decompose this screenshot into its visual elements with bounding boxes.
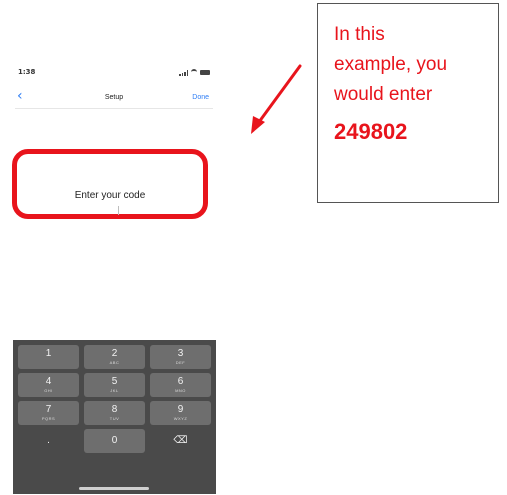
annotation-line-3: would enter — [334, 84, 433, 105]
code-field-highlight — [12, 149, 208, 219]
key-2[interactable]: 2 ABC — [84, 345, 145, 369]
key-digit: 9 — [177, 404, 184, 415]
annotation-code: 249802 — [334, 119, 408, 144]
page-title: Setup — [104, 94, 124, 101]
key-letters: JKL — [110, 388, 119, 393]
key-letters: ABC — [109, 360, 120, 365]
arrow-icon — [251, 64, 302, 134]
key-6[interactable]: 6 MNO — [150, 373, 211, 397]
annotation-line-1: In this — [334, 24, 385, 45]
key-3[interactable]: 3 DEF — [150, 345, 211, 369]
key-digit: 8 — [111, 404, 118, 415]
annotation-line-2: example, you — [334, 54, 448, 75]
key-4[interactable]: 4 GHI — [18, 373, 79, 397]
key-digit: 4 — [45, 376, 52, 387]
numeric-keypad: 1 2 ABC 3 DEF 4 GHI 5 JKL 6 MNO 7 PQRS 8… — [13, 340, 216, 494]
key-digit: 2 — [111, 348, 118, 359]
done-button[interactable]: Done — [192, 94, 209, 101]
key-1[interactable]: 1 — [18, 345, 79, 369]
key-8[interactable]: 8 TUV — [84, 401, 145, 425]
backspace-icon: ⌫ — [173, 435, 188, 446]
key-digit: . — [47, 435, 50, 446]
key-digit: 5 — [111, 376, 118, 387]
signal-icon — [179, 69, 188, 76]
key-letters: TUV — [109, 416, 120, 421]
key-digit: 3 — [177, 348, 184, 359]
key-5[interactable]: 5 JKL — [84, 373, 145, 397]
key-letters: WXYZ — [173, 416, 188, 421]
backspace-key[interactable]: ⌫ — [150, 429, 211, 453]
wifi-icon — [191, 69, 197, 76]
key-letters: GHI — [44, 388, 53, 393]
key-digit: 0 — [111, 435, 118, 446]
status-icons — [179, 69, 210, 76]
annotation-box: In this example, you would enter 249802 — [317, 3, 499, 203]
code-input-label[interactable]: Enter your code — [12, 190, 208, 201]
key-letters: MNO — [175, 388, 186, 393]
key-digit: 7 — [45, 404, 52, 415]
key-7[interactable]: 7 PQRS — [18, 401, 79, 425]
nav-bar: ‹ Setup Done — [15, 86, 213, 109]
key-letters: PQRS — [41, 416, 56, 421]
home-indicator — [79, 487, 149, 490]
key-digit: 1 — [45, 348, 52, 359]
key-letters: DEF — [175, 360, 186, 365]
status-time: 1:38 — [18, 68, 36, 76]
key-0[interactable]: 0 — [84, 429, 145, 453]
key-digit: 6 — [177, 376, 184, 387]
key-decimal[interactable]: . — [18, 429, 79, 453]
status-bar: 1:38 — [18, 68, 210, 78]
text-caret — [118, 206, 119, 215]
battery-icon — [200, 70, 210, 75]
key-9[interactable]: 9 WXYZ — [150, 401, 211, 425]
